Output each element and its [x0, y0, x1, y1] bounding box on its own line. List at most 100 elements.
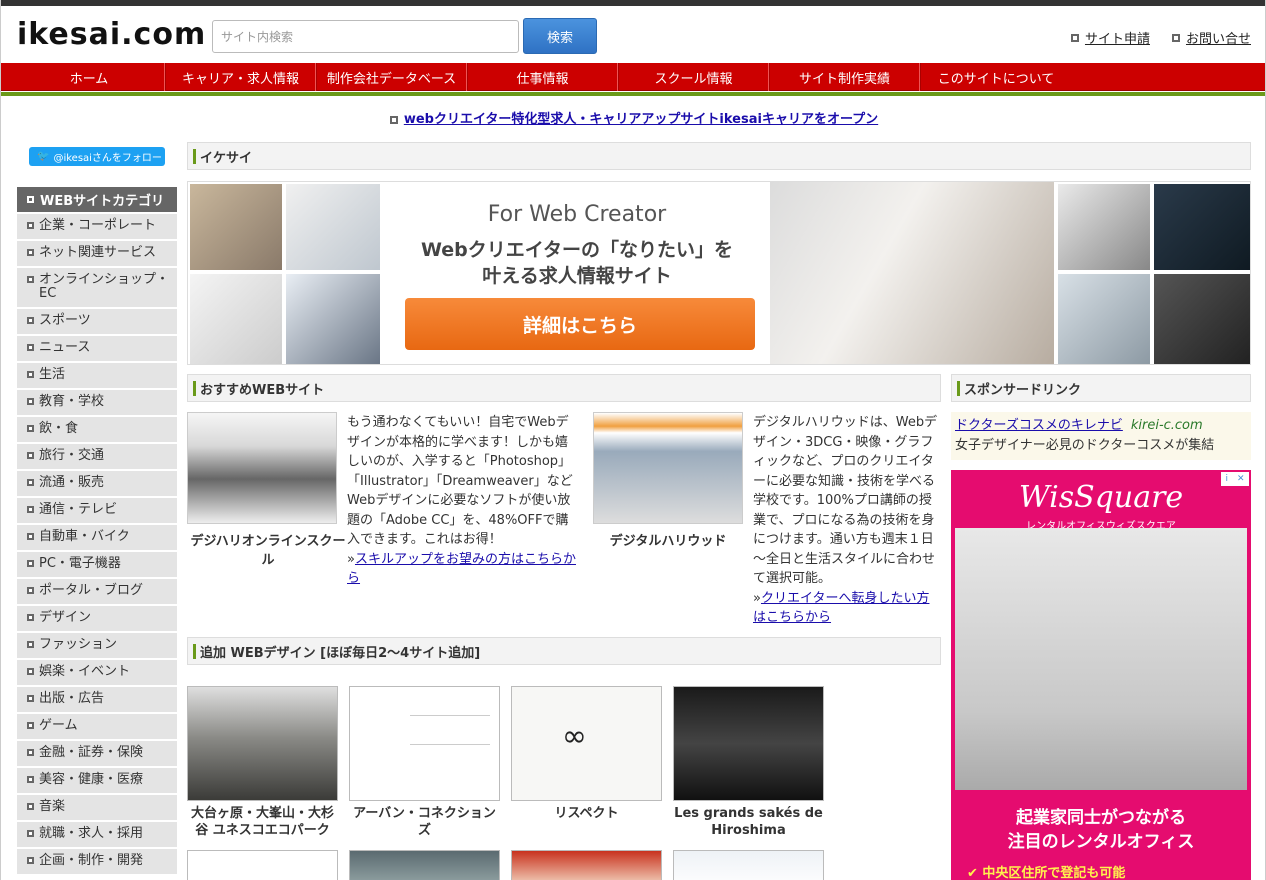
sidebar-item[interactable]: 旅行・交通	[17, 444, 177, 471]
sponsored-desc: 女子デザイナー必見のドクターコスメが集結	[955, 438, 1215, 453]
banner-main-photo	[770, 182, 1054, 364]
sidebar-item[interactable]: スポーツ	[17, 309, 177, 336]
page: ikesai.com 検索 サイト申請 お問い合せ ホーム キャリア・求人情報 …	[0, 0, 1266, 880]
sidebar-item[interactable]: 飲・食	[17, 417, 177, 444]
bullet-icon	[27, 749, 34, 756]
recommended-name-1[interactable]: デジハリオンラインスクール	[187, 530, 349, 568]
digihari-online-thumbnail[interactable]	[187, 412, 337, 524]
sidebar-item[interactable]: 企画・制作・開発	[17, 849, 177, 876]
site-logo[interactable]: ikesai.com	[17, 20, 206, 50]
design-thumbnail-1[interactable]	[187, 686, 338, 801]
bullet-icon	[27, 398, 34, 405]
recommended-desc-1: もう通わなくてもいい！自宅でWebデザインが本格的に学べます！しかも嬉しいのが、…	[347, 413, 579, 589]
banner-photo	[1058, 184, 1150, 270]
sidebar-item-label: 生活	[39, 367, 66, 382]
nav-works[interactable]: サイト制作実績	[769, 63, 920, 91]
recommended-name-2[interactable]: デジタルハリウッド	[593, 530, 743, 549]
sidebar-item-label: 音楽	[39, 799, 66, 814]
nav-jobs[interactable]: 仕事情報	[467, 63, 618, 91]
nav-home[interactable]: ホーム	[14, 63, 165, 91]
sidebar-item[interactable]: ファッション	[17, 633, 177, 660]
nav-career[interactable]: キャリア・求人情報	[165, 63, 316, 91]
twitter-follow-label: @ikesaiさんをフォロー	[53, 153, 162, 164]
contact-link[interactable]: お問い合せ	[1171, 28, 1251, 47]
banner-title: For Web Creator	[487, 202, 667, 227]
bullet-icon	[27, 317, 34, 324]
search-button[interactable]: 検索	[523, 18, 597, 54]
sidebar-item[interactable]: オンラインショップ・EC	[17, 268, 177, 309]
career-banner[interactable]: For Web Creator Webクリエイターの「なりたい」を 叶える求人情…	[187, 181, 1251, 365]
digital-hollywood-thumbnail[interactable]	[593, 412, 743, 524]
design-thumbnail-5[interactable]	[187, 850, 338, 880]
sidebar-item[interactable]: 生活	[17, 363, 177, 390]
design-thumbnail-8[interactable]	[673, 850, 824, 880]
sidebar-item[interactable]: 流通・販売	[17, 471, 177, 498]
design-name-3[interactable]: リスペクト	[511, 805, 662, 822]
design-thumbnail-7[interactable]	[511, 850, 662, 880]
bullet-icon	[27, 803, 34, 810]
bullet-icon	[27, 857, 34, 864]
sidebar-item-label: ネット関連サービス	[39, 245, 157, 260]
design-name-4[interactable]: Les grands sakés de Hiroshima	[673, 805, 824, 839]
design-thumbnail-4[interactable]	[673, 686, 824, 801]
sidebar-item[interactable]: デザイン	[17, 606, 177, 633]
sidebar-item[interactable]: PC・電子機器	[17, 552, 177, 579]
banner-subtitle-line1: Webクリエイターの「なりたい」を	[420, 239, 733, 261]
bullet-icon	[27, 506, 34, 513]
sidebar-heading: WEBサイトカテゴリ	[17, 187, 177, 212]
sidebar-list: 企業・コーポレートネット関連サービスオンラインショップ・EC スポーツ ニュース生活…	[17, 214, 177, 876]
sidebar-item[interactable]: 就職・求人・採用	[17, 822, 177, 849]
twitter-bird-icon: 🐦	[37, 151, 50, 162]
sidebar-item[interactable]: 企業・コーポレート	[17, 214, 177, 241]
sidebar-item-label: ポータル・ブログ	[39, 583, 144, 598]
bullet-icon	[27, 344, 34, 351]
sidebar-item[interactable]: ネット関連サービス	[17, 241, 177, 268]
skillup-link[interactable]: スキルアップをお望みの方はこちらから	[347, 552, 576, 587]
sidebar-item-label: 流通・販売	[39, 475, 105, 490]
sidebar-item[interactable]: 娯楽・イベント	[17, 660, 177, 687]
sidebar-item-label: オンラインショップ・EC	[39, 272, 170, 301]
site-apply-link[interactable]: サイト申請	[1070, 28, 1150, 47]
sidebar-item[interactable]: 出版・広告	[17, 687, 177, 714]
sidebar-item-label: 旅行・交通	[39, 448, 105, 463]
ad-office-photo	[955, 528, 1247, 790]
twitter-follow-button[interactable]: 🐦 @ikesaiさんをフォロー	[29, 147, 165, 166]
ad-check-line: ✔ 中央区住所で登記も可能	[967, 866, 1126, 880]
bullet-icon	[27, 614, 34, 621]
design-thumbnail-2[interactable]	[349, 686, 500, 801]
wissquare-ad[interactable]: i ✕ WisSquare レンタルオフィスウィズスクエア 起業家同士がつながる …	[951, 470, 1251, 880]
announcement-link[interactable]: webクリエイター特化型求人・キャリアアップサイトikesaiキャリアをオープン	[404, 112, 878, 127]
search-input[interactable]	[212, 20, 519, 53]
section-ikesai-heading: イケサイ	[187, 142, 1251, 170]
design-thumbnail-6[interactable]	[349, 850, 500, 880]
sidebar-item-label: 金融・証券・保険	[39, 745, 144, 760]
sidebar-item[interactable]: 通信・テレビ	[17, 498, 177, 525]
sidebar-item[interactable]: 教育・学校	[17, 390, 177, 417]
ad-info-icon[interactable]: i ✕	[1221, 472, 1249, 486]
sidebar-item[interactable]: ゲーム	[17, 714, 177, 741]
nav-about[interactable]: このサイトについて	[920, 63, 1071, 91]
bullet-icon	[389, 116, 398, 124]
sidebar-item[interactable]: 自動車・バイク	[17, 525, 177, 552]
creator-change-link[interactable]: クリエイターへ転身したい方はこちらから	[753, 591, 929, 626]
design-name-2[interactable]: アーバン・コネクションズ	[349, 805, 500, 839]
link-prefix: »	[347, 551, 355, 567]
nav-company-db[interactable]: 制作会社データベース	[316, 63, 467, 91]
sidebar-item-label: 飲・食	[39, 421, 79, 436]
bullet-icon	[27, 641, 34, 648]
bullet-icon	[27, 776, 34, 783]
nav-school[interactable]: スクール情報	[618, 63, 769, 91]
sidebar-item[interactable]: 金融・証券・保険	[17, 741, 177, 768]
sidebar-item[interactable]: 音楽	[17, 795, 177, 822]
banner-details-button[interactable]: 詳細はこちら	[405, 298, 755, 350]
sidebar-item[interactable]: ポータル・ブログ	[17, 579, 177, 606]
design-name-1[interactable]: 大台ヶ原・大峯山・大杉谷 ユネスコエコパーク	[187, 805, 338, 839]
sidebar-heading-label: WEBサイトカテゴリ	[40, 194, 165, 209]
sidebar-item[interactable]: ニュース	[17, 336, 177, 363]
sidebar-item[interactable]: 美容・健康・医療	[17, 768, 177, 795]
design-thumbnail-3[interactable]: ∞	[511, 686, 662, 801]
site-apply-label: サイト申請	[1084, 32, 1150, 47]
bullet-icon	[27, 222, 34, 229]
sponsored-link[interactable]: ドクターズコスメのキレナビ	[955, 418, 1123, 433]
announcement: webクリエイター特化型求人・キャリアアップサイトikesaiキャリアをオープン	[1, 108, 1265, 127]
